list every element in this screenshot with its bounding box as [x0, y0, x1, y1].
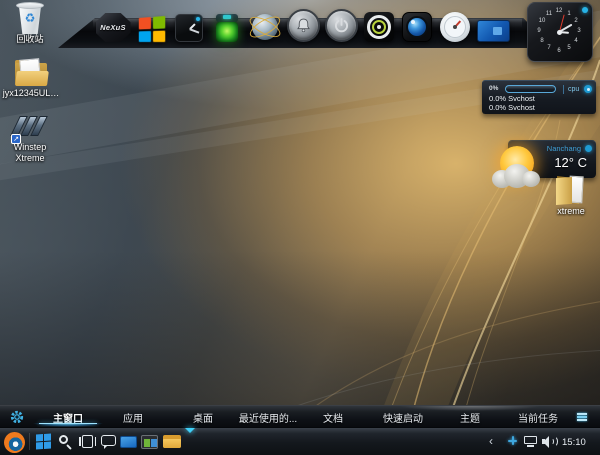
desktop-icon-xtreme-folder[interactable]: xtreme: [548, 174, 594, 217]
tab-documents[interactable]: 文档: [323, 410, 343, 425]
recycle-bin-icon: ♻: [16, 2, 44, 34]
task-view-icon[interactable]: [79, 434, 96, 449]
weather-location: Nanchang: [547, 144, 581, 153]
taskbar-clock[interactable]: 15:10: [562, 437, 586, 448]
nexus-brand-text: NeXuS: [100, 23, 126, 32]
clock-number: 4: [572, 38, 580, 44]
cpu-meter-label: cpu: [568, 86, 579, 93]
dock-icon-gauge[interactable]: [436, 4, 474, 42]
file-explorer-icon[interactable]: [163, 435, 181, 449]
bell-icon: [287, 9, 320, 42]
clock-number: 9: [535, 28, 543, 34]
taskbar-icon-blender[interactable]: [4, 432, 25, 453]
clock-number: 5: [565, 45, 573, 51]
widget-status-dot-icon[interactable]: [582, 7, 588, 13]
weather-widget[interactable]: Nanchang 12° C: [508, 140, 596, 178]
desktop-preview-icon: [477, 20, 510, 42]
clock-number: 1: [565, 11, 573, 17]
volume-icon[interactable]: [542, 435, 557, 448]
desktop-icon-user-folder[interactable]: jyx12345UL…: [2, 58, 60, 99]
tray-accent-plus-icon[interactable]: [508, 436, 517, 445]
clock-center-cap: [557, 30, 562, 35]
speaker-icon: [364, 12, 394, 42]
tab-current-tasks[interactable]: 当前任务: [518, 410, 558, 425]
taskbar-window-thumbnail[interactable]: [120, 436, 137, 448]
cpu-process-1: 0.0% Svchost: [489, 94, 535, 103]
dock: NeXuS: [94, 4, 512, 42]
tab-applications[interactable]: 应用: [123, 410, 143, 425]
tray-hidden-icons-chevron[interactable]: ‹: [489, 434, 493, 448]
tab-recent[interactable]: 最近使用的...: [239, 410, 297, 425]
dock-icon-windows[interactable]: [132, 4, 170, 42]
dock-icon-camera[interactable]: [398, 4, 436, 42]
shortcut-arrow-icon: ↗: [11, 134, 21, 144]
clock-number: 12: [555, 8, 563, 14]
clock-number: 8: [538, 38, 546, 44]
dock-icon-internet[interactable]: [246, 4, 284, 42]
cpu-usage-percent: 0%: [489, 85, 498, 92]
clock-number: 10: [538, 18, 546, 24]
winstep-logo-icon: ↗: [11, 114, 49, 142]
search-icon[interactable]: [58, 434, 74, 450]
xtreme-folder-label: xtreme: [548, 206, 594, 217]
nexus-logo-icon: NeXuS: [96, 13, 131, 42]
recycle-symbol-icon: ♻: [16, 12, 44, 24]
wallpaper-light-streaks: [0, 0, 600, 455]
widget-status-dot-icon[interactable]: [585, 145, 592, 152]
chat-icon[interactable]: [101, 434, 117, 449]
recycle-bin-label: 回收站: [4, 34, 56, 45]
power-icon: [325, 9, 358, 42]
winstep-label-line2: Xtreme: [4, 153, 56, 164]
open-folder-icon: [554, 174, 588, 206]
dock-pointer-icon: [185, 428, 195, 433]
clock-number: 6: [555, 48, 563, 54]
settings-gear-icon[interactable]: [10, 410, 24, 424]
user-folder-label: jyx12345UL…: [2, 88, 60, 99]
globe-icon: [250, 12, 280, 42]
weather-temperature: 12° C: [554, 155, 587, 170]
taskbar-separator: [29, 433, 30, 450]
dock-icon-recycle-full[interactable]: [208, 4, 246, 42]
tab-themes[interactable]: 主题: [460, 410, 480, 425]
dock-icon-clock[interactable]: [170, 4, 208, 42]
panel-handle-icon[interactable]: [577, 413, 587, 422]
cpu-usage-bar: [505, 85, 556, 93]
tab-main-window[interactable]: 主窗口: [53, 410, 83, 425]
recycle-bin-full-icon: [215, 14, 239, 42]
desktop-icon-recycle-bin[interactable]: ♻ 回收站: [4, 2, 56, 45]
tab-quick-launch[interactable]: 快速启动: [383, 410, 423, 425]
clock-number: 11: [545, 11, 553, 17]
dock-icon-bell[interactable]: [284, 4, 322, 42]
nexus-tab-bar: 主窗口 应用 桌面 最近使用的... 文档 快速启动 主题 当前任务: [0, 405, 600, 427]
dock-icon-speaker[interactable]: [360, 4, 398, 42]
clock-number: 7: [545, 45, 553, 51]
widget-status-dot-icon[interactable]: [584, 85, 592, 93]
camera-lens-icon: [402, 12, 432, 42]
network-icon[interactable]: [524, 436, 538, 447]
cpu-meter-widget[interactable]: 0% cpu 0.0% Svchost 0.0% Svchost: [482, 80, 596, 114]
tab-desktop[interactable]: 桌面: [193, 410, 213, 425]
gauge-icon: [440, 12, 470, 42]
analog-clock-icon: [175, 14, 203, 42]
divider: [563, 85, 564, 94]
desktop: NeXuS: [0, 0, 600, 455]
dock-icon-nexus[interactable]: NeXuS: [94, 4, 132, 42]
clock-widget[interactable]: 12 1 2 3 4 5 6 7 8 9 10 11: [527, 2, 593, 62]
desktop-icon-winstep[interactable]: ↗ Winstep Xtreme: [4, 114, 56, 164]
taskbar-icon-media-app[interactable]: [141, 435, 158, 449]
start-button[interactable]: [36, 433, 51, 449]
clock-number: 2: [572, 18, 580, 24]
dock-icon-power[interactable]: [322, 4, 360, 42]
folder-icon: [14, 58, 48, 88]
clock-number: 3: [575, 28, 583, 34]
cpu-process-2: 0.0% Svchost: [489, 103, 535, 112]
windows-logo-icon: [138, 16, 164, 42]
dock-icon-desktop-preview[interactable]: [474, 4, 512, 42]
